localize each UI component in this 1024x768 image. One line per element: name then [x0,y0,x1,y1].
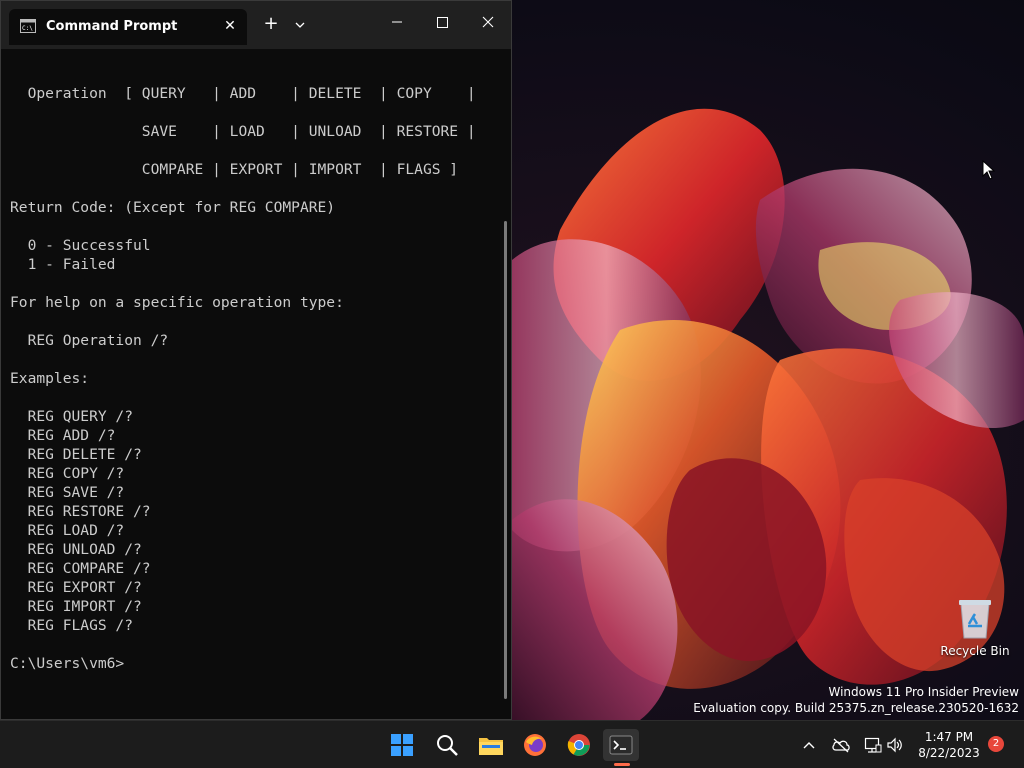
close-icon [482,16,494,28]
start-button[interactable] [384,729,420,761]
console-line: For help on a specific operation type: [10,294,344,311]
taskbar: 1:47 PM 8/22/2023 [0,720,1024,768]
console-line: C:\Users\vm6> [10,655,125,672]
svg-text:C:\: C:\ [22,25,33,32]
console-line: Operation [ QUERY | ADD | DELETE | COPY … [10,85,476,102]
console-line: REG EXPORT /? [10,579,142,596]
maximize-icon [437,17,448,28]
onedrive-status-button[interactable] [830,733,852,757]
chevron-down-icon [295,22,305,28]
watermark-build: Evaluation copy. Build 25375.zn_release.… [693,701,1019,715]
console-line: Examples: [10,370,90,387]
terminal-window[interactable]: C:\ Command Prompt ✕ + Operation [QUERY… [0,0,512,720]
cloud-offline-icon [832,738,850,753]
tab-dropdown-button[interactable] [289,13,311,37]
console-line: Return Code: (Except for REG COMPARE) [10,199,336,216]
mouse-cursor-icon [982,160,996,180]
taskbar-file-explorer[interactable] [473,729,509,761]
maximize-button[interactable] [419,5,465,41]
console-output[interactable]: Operation [ QUERY | ADD | DELETE | COPY … [10,65,500,715]
firefox-icon [524,734,546,756]
console-line: REG RESTORE /? [10,503,151,520]
clock-time: 1:47 PM [924,730,974,744]
console-line: REG IMPORT /? [10,598,142,615]
taskbar-firefox[interactable] [517,729,553,761]
active-app-indicator [614,763,630,766]
console-line: REG UNLOAD /? [10,541,142,558]
recycle-bin-shortcut[interactable]: Recycle Bin [940,596,1010,658]
console-line: REG Operation /? [10,332,169,349]
show-hidden-icons-button[interactable] [798,733,820,757]
console-line: 0 - Successful [10,237,151,254]
console-line: REG ADD /? [10,427,116,444]
watermark-edition: Windows 11 Pro Insider Preview [828,685,1019,699]
console-line: REG LOAD /? [10,522,125,539]
title-bar[interactable]: C:\ Command Prompt ✕ + [1,1,511,49]
tab-command-prompt[interactable]: C:\ Command Prompt ✕ [9,9,247,45]
clock-date: 8/22/2023 [918,746,980,760]
volume-button[interactable] [884,733,906,757]
chevron-up-icon [803,742,815,749]
volume-icon [887,737,902,753]
recycle-bin-label: Recycle Bin [940,644,1010,658]
vertical-scrollbar[interactable] [504,221,507,699]
console-line: REG FLAGS /? [10,617,134,634]
console-line: COMPARE | EXPORT | IMPORT | FLAGS ] [10,161,459,178]
chrome-icon [567,734,590,756]
minimize-icon [392,21,402,23]
file-explorer-icon [479,738,503,755]
console-line: REG SAVE /? [10,484,125,501]
terminal-icon [609,735,633,755]
search-button[interactable] [429,729,465,761]
close-window-button[interactable] [465,5,511,41]
console-line: REG COPY /? [10,465,125,482]
console-line: 1 - Failed [10,256,116,273]
search-icon [437,735,458,756]
console-line: REG COMPARE /? [10,560,151,577]
network-button[interactable] [862,733,884,757]
close-tab-button[interactable]: ✕ [221,17,239,35]
minimize-button[interactable] [373,5,419,41]
console-line: REG QUERY /? [10,408,134,425]
network-icon [864,737,882,753]
clock-button[interactable]: 1:47 PM 8/22/2023 [912,729,986,761]
tab-title: Command Prompt [46,19,178,34]
new-tab-button[interactable]: + [259,13,283,37]
cmd-icon: C:\ [20,19,36,33]
recycle-bin-icon [959,600,991,639]
start-icon [391,734,413,756]
console-line: REG DELETE /? [10,446,142,463]
taskbar-chrome[interactable] [561,729,597,761]
taskbar-terminal[interactable] [603,729,639,761]
console-line: SAVE | LOAD | UNLOAD | RESTORE | [10,123,476,140]
notification-badge[interactable]: 2 [988,736,1004,752]
